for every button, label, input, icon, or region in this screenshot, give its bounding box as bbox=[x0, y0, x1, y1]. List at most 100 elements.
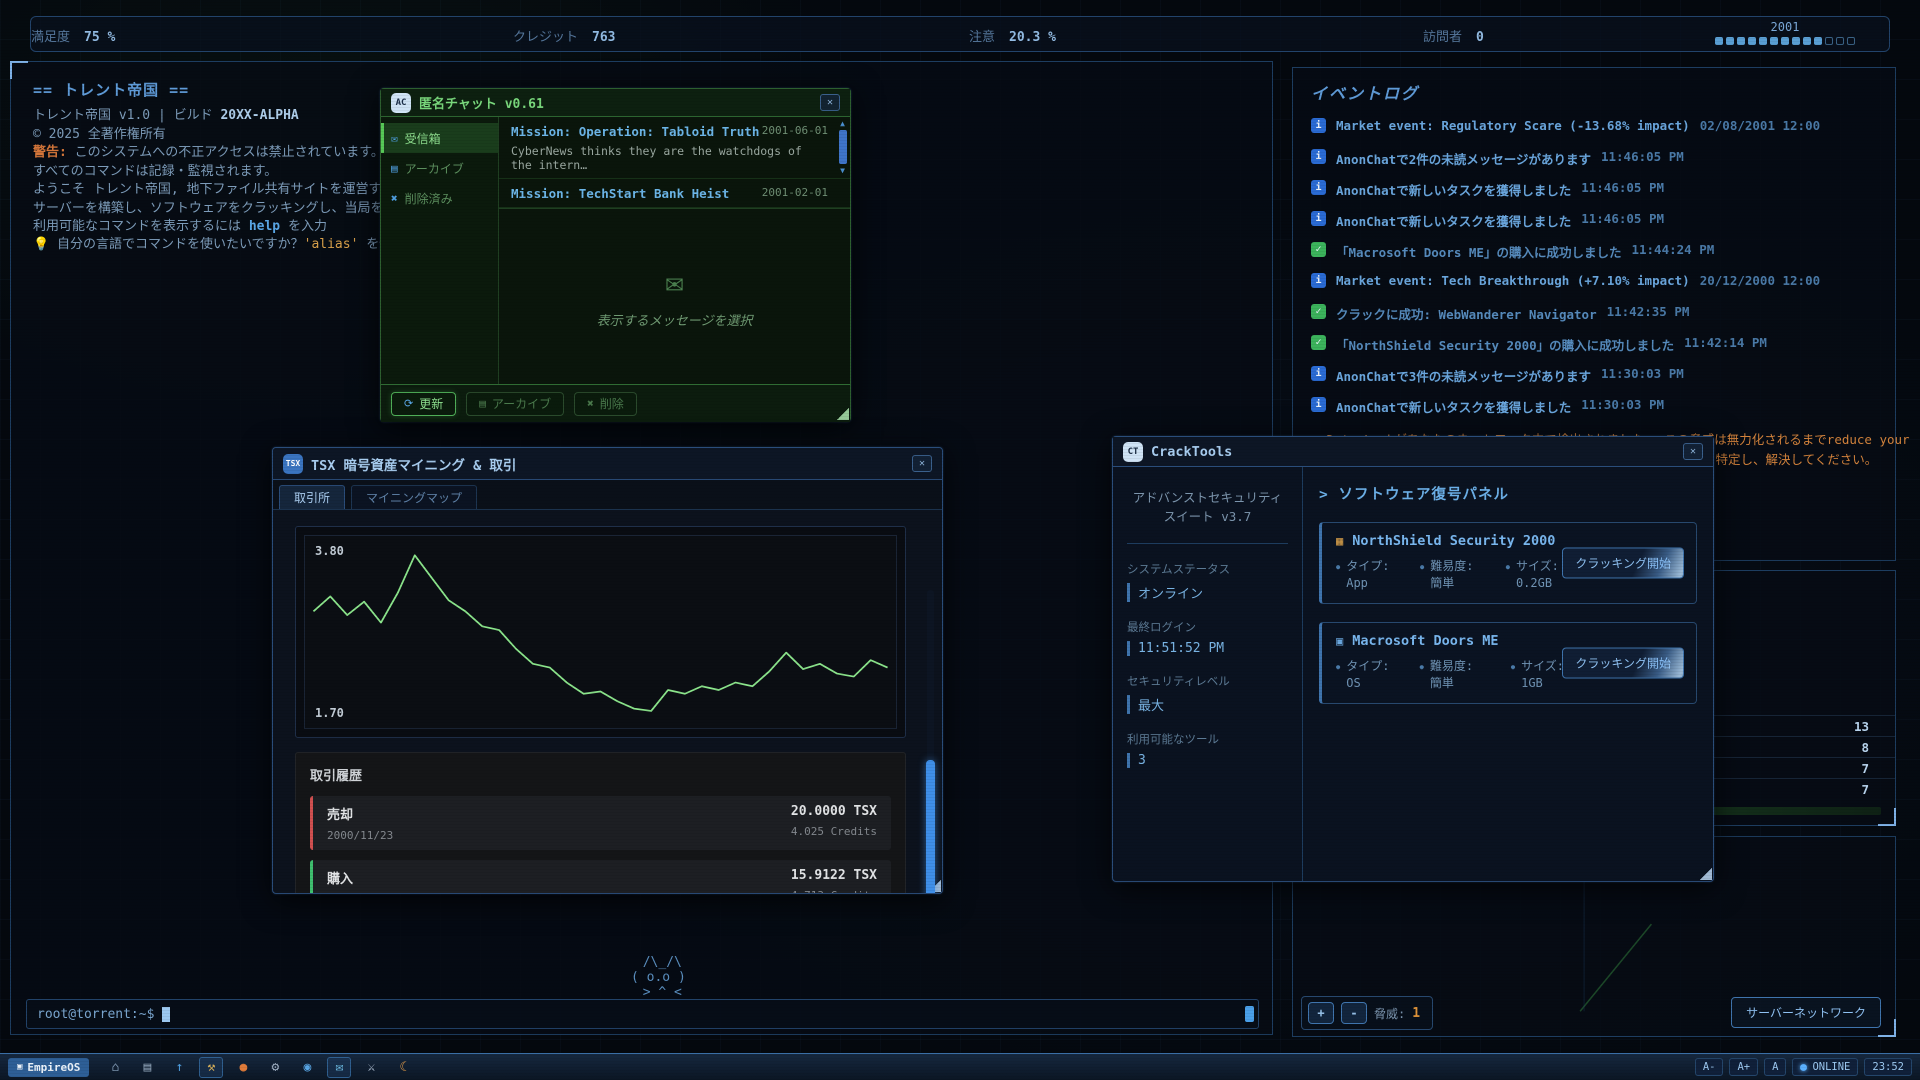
chat-folder-item[interactable]: ▤ アーカイブ bbox=[381, 153, 498, 183]
price-chart-box: 3.80 1.70 bbox=[295, 526, 906, 738]
taskbar-right: A- A+ A ONLINE 23:52 bbox=[1694, 1058, 1912, 1076]
globe-icon[interactable]: ◉ bbox=[295, 1057, 319, 1078]
anonchat-titlebar[interactable]: AC 匿名チャット v0.61 ✕ bbox=[381, 89, 850, 117]
year-label: 2001 bbox=[1770, 20, 1800, 34]
terminal-input[interactable]: root@torrent:~$ bbox=[26, 999, 1259, 1029]
event-type-icon: i bbox=[1311, 397, 1326, 412]
chat-icon[interactable]: ✉ bbox=[327, 1056, 352, 1078]
trade-rows: 売却 2000/11/23 20.0000 TSX 4.025 Credits … bbox=[310, 796, 891, 893]
empty-state-text: 表示するメッセージを選択 bbox=[596, 313, 753, 329]
cracktools-sidebar: アドバンストセキュリティ スイート v3.7 システムステータス オンライン 最… bbox=[1113, 467, 1303, 881]
server-stat-value: 13 bbox=[1853, 718, 1869, 734]
tsx-title: TSX 暗号資産マイニング & 取引 bbox=[311, 457, 517, 474]
threat-value: 1 bbox=[1412, 1005, 1421, 1021]
chart-line-svg bbox=[312, 554, 888, 712]
cracktools-main: > ソフトウェア復号パネル ▦ NorthShield Security 200… bbox=[1303, 467, 1713, 881]
ascii-cat-art: /\_/\ ( o.o ) > ^ < bbox=[631, 955, 686, 1000]
gear-icon[interactable]: ⚙ bbox=[263, 1057, 287, 1078]
server-network-button[interactable]: サーバーネットワーク bbox=[1731, 997, 1881, 1028]
stat-value: 0 bbox=[1476, 30, 1484, 45]
tsx-tab[interactable]: マイニングマップ bbox=[351, 485, 478, 509]
chat-action-button[interactable]: ✖ 削除 bbox=[574, 391, 637, 416]
chat-action-button[interactable]: ⟳ 更新 bbox=[391, 391, 457, 416]
software-detail: 難易度: 簡単 bbox=[1420, 558, 1482, 593]
message-row[interactable]: Mission: TechStart Bank Heist 2001-02-01 bbox=[499, 179, 850, 208]
chat-button-label: 削除 bbox=[599, 397, 624, 411]
trade-type: 購入 bbox=[327, 872, 354, 887]
event-log-entry: i AnonChatで新しいタスクを獲得しました 11:46:05 PM bbox=[1311, 211, 1877, 242]
year-progress: 2001 bbox=[1715, 20, 1855, 45]
start-crack-button[interactable]: クラッキング開始 bbox=[1562, 647, 1684, 679]
resize-grip[interactable] bbox=[837, 408, 849, 420]
system-stat: 利用可能なツール 3 bbox=[1127, 731, 1288, 768]
trade-row[interactable]: 売却 2000/11/23 20.0000 TSX 4.025 Credits bbox=[310, 796, 891, 850]
start-crack-button[interactable]: クラッキング開始 bbox=[1562, 547, 1684, 579]
trash-icon: ✖ bbox=[587, 397, 594, 410]
scrollbar-thumb[interactable] bbox=[838, 130, 847, 164]
trash-icon: ✖ bbox=[391, 191, 398, 205]
font-reset-button[interactable]: A bbox=[1764, 1058, 1787, 1076]
moon-icon[interactable]: ☾ bbox=[391, 1057, 415, 1078]
event-text: AnonChatで新しいタスクを獲得しました bbox=[1336, 183, 1572, 198]
event-type-icon: ✓ bbox=[1311, 242, 1326, 257]
trade-row[interactable]: 購入 2000/11/22 15.9122 TSX 4.713 Credits bbox=[310, 860, 891, 893]
scroll-down-icon[interactable]: ▼ bbox=[840, 166, 845, 175]
font-decrease-button[interactable]: A- bbox=[1694, 1058, 1724, 1076]
software-card: ▣ Macrosoft Doors ME タイプ: OS難易度: 簡単サイズ: … bbox=[1319, 621, 1697, 704]
tsx-tab[interactable]: 取引所 bbox=[279, 485, 346, 509]
trade-amount: 20.0000 TSX bbox=[790, 804, 877, 819]
online-status-badge: ONLINE bbox=[1792, 1058, 1859, 1076]
event-type-icon: ✓ bbox=[1311, 304, 1326, 319]
event-log-entry: i AnonChatで2件の未読メッセージがあります 11:46:05 PM bbox=[1311, 149, 1877, 180]
font-increase-button[interactable]: A+ bbox=[1729, 1058, 1759, 1076]
chat-button-label: 更新 bbox=[419, 397, 444, 411]
event-log-entry: ✓ 「Macrosoft Doors ME」の購入に成功しました 11:44:2… bbox=[1311, 242, 1877, 273]
trade-history-title: 取引履歴 bbox=[310, 769, 363, 784]
news-icon[interactable]: ▤ bbox=[135, 1057, 159, 1078]
threat-increase-button[interactable]: + bbox=[1308, 1002, 1334, 1024]
chat-folder-item[interactable]: ✉ 受信箱 bbox=[381, 123, 498, 153]
taskbar: ▣ EmpireOS ⌂ ▤ ↑ ⚒ ● ⚙ ◉ ✉ ⚔ ☾ A- A+ A O… bbox=[0, 1053, 1920, 1080]
message-date: 2001-02-01 bbox=[761, 186, 828, 199]
close-icon[interactable]: ✕ bbox=[820, 94, 840, 111]
system-stats: システムステータス オンライン 最終ログイン 11:51:52 PM セキュリテ… bbox=[1127, 561, 1288, 768]
taskbar-icons: ⌂ ▤ ↑ ⚒ ● ⚙ ◉ ✉ ⚔ ☾ bbox=[103, 1056, 415, 1078]
inbox-icon: ✉ bbox=[391, 131, 398, 145]
chart-min-label: 1.70 bbox=[315, 706, 344, 720]
message-title: Mission: Operation: Tabloid Truth bbox=[511, 124, 760, 139]
system-stat: 最終ログイン 11:51:52 PM bbox=[1127, 619, 1288, 656]
year-progress-dots bbox=[1715, 37, 1855, 45]
chat-folder-item[interactable]: ✖ 削除済み bbox=[381, 183, 498, 213]
close-icon[interactable]: ✕ bbox=[912, 455, 932, 472]
event-time: 11:46:05 PM bbox=[1581, 180, 1665, 195]
scroll-up-icon[interactable]: ▲ bbox=[840, 119, 845, 128]
event-time: 11:30:03 PM bbox=[1581, 397, 1665, 412]
terminal-prompt: root@torrent:~$ bbox=[37, 1006, 155, 1022]
online-dot-icon bbox=[1800, 1063, 1808, 1071]
resize-grip[interactable] bbox=[1700, 868, 1712, 880]
tsx-tabbar: 取引所 マイニングマップ bbox=[273, 480, 942, 510]
crack-icon[interactable]: ⚔ bbox=[359, 1057, 383, 1078]
tsx-titlebar[interactable]: TSX TSX 暗号資産マイニング & 取引 ✕ bbox=[273, 448, 942, 480]
cracktools-titlebar[interactable]: CT CrackTools ✕ bbox=[1113, 437, 1713, 467]
stat-value: 763 bbox=[592, 30, 616, 45]
message-row[interactable]: Mission: Operation: Tabloid Truth 2001-0… bbox=[499, 117, 850, 179]
message-list-scrollbar[interactable]: ▲ ▼ bbox=[837, 119, 848, 227]
app-icon: ▦ bbox=[1336, 534, 1344, 548]
fox-browser-icon[interactable]: ● bbox=[231, 1057, 255, 1078]
chat-action-button[interactable]: ▤ アーカイブ bbox=[466, 391, 565, 416]
event-log-entry: i AnonChatで新しいタスクを獲得しました 11:30:03 PM bbox=[1311, 397, 1877, 428]
server-stat-value: 7 bbox=[1861, 760, 1869, 776]
close-icon[interactable]: ✕ bbox=[1683, 443, 1703, 460]
threat-decrease-button[interactable]: - bbox=[1341, 1002, 1367, 1024]
tsx-scrollbar-thumb[interactable] bbox=[926, 760, 935, 893]
os-start-button[interactable]: ▣ EmpireOS bbox=[8, 1057, 90, 1077]
wrench-tools-icon[interactable]: ⚒ bbox=[199, 1056, 224, 1078]
system-stat-label: システムステータス bbox=[1127, 561, 1231, 576]
event-type-icon: i bbox=[1311, 118, 1326, 133]
message-date: 2001-06-01 bbox=[761, 124, 828, 137]
refresh-icon: ⟳ bbox=[404, 397, 414, 410]
clock: 23:52 bbox=[1864, 1058, 1912, 1076]
upload-icon[interactable]: ↑ bbox=[167, 1057, 191, 1078]
system-monitor-icon[interactable]: ⌂ bbox=[103, 1057, 127, 1078]
